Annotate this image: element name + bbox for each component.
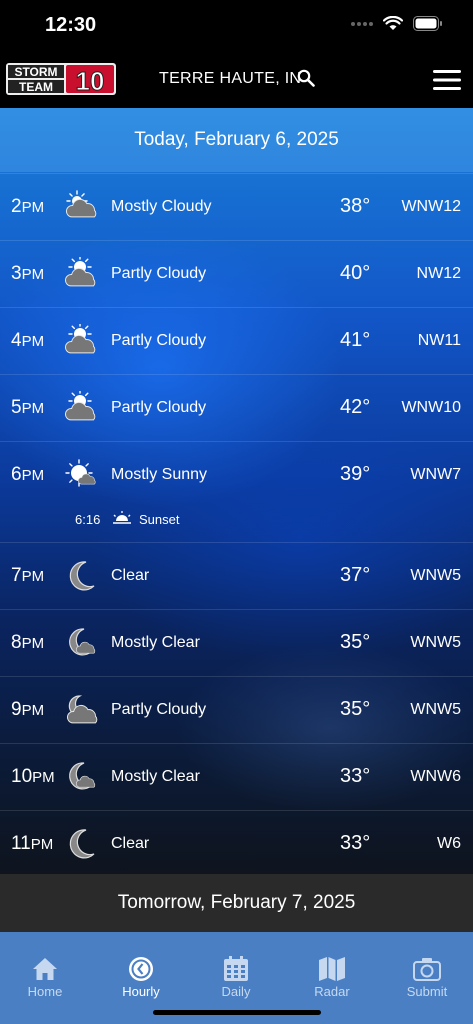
condition-label: Mostly Clear (111, 768, 200, 785)
camera-icon (413, 958, 441, 981)
status-bar: 12:30 (0, 0, 473, 50)
condition-label: Partly Cloudy (111, 332, 207, 349)
hour-label: 5PM (11, 397, 45, 418)
wind: WNW10 (401, 399, 461, 416)
temperature: 41° (340, 329, 371, 351)
storm-team-10-logo[interactable]: STORM TEAM 10 (6, 63, 116, 95)
temperature: 40° (340, 262, 371, 284)
hourly-row[interactable]: 9PM Partly Cloudy 35° WNW5 (0, 676, 473, 743)
hour-label: 9PM (11, 699, 45, 720)
condition-label: Partly Cloudy (111, 265, 207, 282)
today-date-header: Today, February 6, 2025 (0, 108, 473, 172)
wind: WNW5 (410, 567, 461, 584)
tab-hourly[interactable]: Hourly (101, 956, 181, 999)
hour-label: 6PM (11, 464, 45, 485)
logo-text-top: STORM (14, 65, 57, 79)
clock-icon (129, 957, 153, 981)
temperature: 35° (340, 631, 371, 653)
hour-label: 11PM (11, 833, 54, 854)
condition-label: Mostly Sunny (111, 466, 208, 483)
tab-label: Daily (221, 984, 251, 999)
tab-label: Submit (406, 984, 448, 999)
temperature: 42° (340, 396, 371, 418)
moon-cloud-icon (69, 628, 96, 656)
signal-icon (351, 21, 373, 26)
tomorrow-date-header: Tomorrow, February 7, 2025 (0, 874, 473, 932)
search-icon[interactable] (297, 69, 315, 87)
temperature: 39° (340, 463, 371, 485)
tab-label: Hourly (122, 984, 160, 999)
tab-label: Radar (314, 984, 350, 999)
app-header: STORM TEAM 10 TERRE HAUTE, IN (0, 50, 473, 108)
hour-label: 7PM (11, 565, 45, 586)
battery-icon (413, 16, 442, 31)
menu-icon[interactable] (433, 70, 461, 90)
wifi-icon (383, 16, 403, 30)
moon-icon (69, 829, 95, 859)
sunset-label: Sunset (139, 512, 180, 527)
map-icon (319, 957, 345, 981)
partly-cloudy-icon (65, 324, 96, 354)
home-indicator (153, 1010, 321, 1015)
moon-cloud-icon (69, 762, 96, 790)
hourly-row[interactable]: 7PM Clear 37° WNW5 (0, 542, 473, 609)
wind: WNW5 (410, 634, 461, 651)
tab-radar[interactable]: Radar (292, 956, 372, 999)
status-icons (351, 16, 443, 31)
condition-label: Clear (111, 835, 150, 852)
partly-cloudy-icon (65, 257, 96, 287)
wind: W6 (437, 835, 461, 852)
hour-label: 4PM (11, 330, 45, 351)
tab-label: Home (27, 984, 63, 999)
hour-label: 2PM (11, 196, 45, 217)
wind: WNW6 (410, 768, 461, 785)
condition-label: Partly Cloudy (111, 399, 207, 416)
condition-label: Mostly Clear (111, 634, 200, 651)
temperature: 33° (340, 765, 371, 787)
wind: NW11 (417, 332, 461, 349)
logo-text-bottom: TEAM (19, 80, 53, 94)
sunset-icon (113, 511, 131, 524)
wind: NW12 (416, 265, 461, 282)
hourly-row[interactable]: 5PM Partly Cloudy 42° WNW10 (0, 374, 473, 441)
calendar-icon (224, 956, 248, 981)
moon-icon (69, 561, 95, 591)
hour-label: 3PM (11, 263, 45, 284)
mostly-cloudy-icon (66, 190, 97, 218)
sunset-time: 6:16 (75, 512, 101, 527)
home-icon (33, 958, 57, 980)
hourly-row[interactable]: 6PM Mostly Sunny 39° WNW7 6:16 Sunset (0, 441, 473, 542)
condition-label: Clear (111, 567, 150, 584)
hourly-row[interactable]: 4PM Partly Cloudy 41° NW11 (0, 307, 473, 374)
hourly-row[interactable]: 10PM Mostly Clear 33° WNW6 (0, 743, 473, 810)
condition-label: Mostly Cloudy (111, 198, 212, 215)
hourly-list: 2PM Mostly Cloudy 38° WNW12 3PM Partly C… (0, 173, 473, 877)
temperature: 38° (340, 195, 371, 217)
hourly-row[interactable]: 2PM Mostly Cloudy 38° WNW12 (0, 173, 473, 240)
tab-submit[interactable]: Submit (387, 956, 467, 999)
wind: WNW12 (401, 198, 461, 215)
moon-partly-cloudy-icon (67, 695, 98, 724)
hourly-row[interactable]: 8PM Mostly Clear 35° WNW5 (0, 609, 473, 676)
hour-label: 8PM (11, 632, 45, 653)
condition-label: Partly Cloudy (111, 701, 207, 718)
logo-number: 10 (76, 66, 105, 95)
wind: WNW5 (410, 701, 461, 718)
hourly-row[interactable]: 11PM Clear 33° W6 (0, 810, 473, 877)
temperature: 33° (340, 832, 371, 854)
location-label[interactable]: TERRE HAUTE, IN (159, 70, 301, 88)
mostly-sunny-icon (65, 459, 96, 487)
tab-daily[interactable]: Daily (196, 956, 276, 999)
wind: WNW7 (410, 466, 461, 483)
partly-cloudy-icon (65, 391, 96, 421)
hour-label: 10PM (11, 766, 55, 787)
status-time: 12:30 (45, 14, 97, 36)
temperature: 37° (340, 564, 371, 586)
temperature: 35° (340, 698, 371, 720)
tab-home[interactable]: Home (5, 956, 85, 999)
hourly-row[interactable]: 3PM Partly Cloudy 40° NW12 (0, 240, 473, 307)
